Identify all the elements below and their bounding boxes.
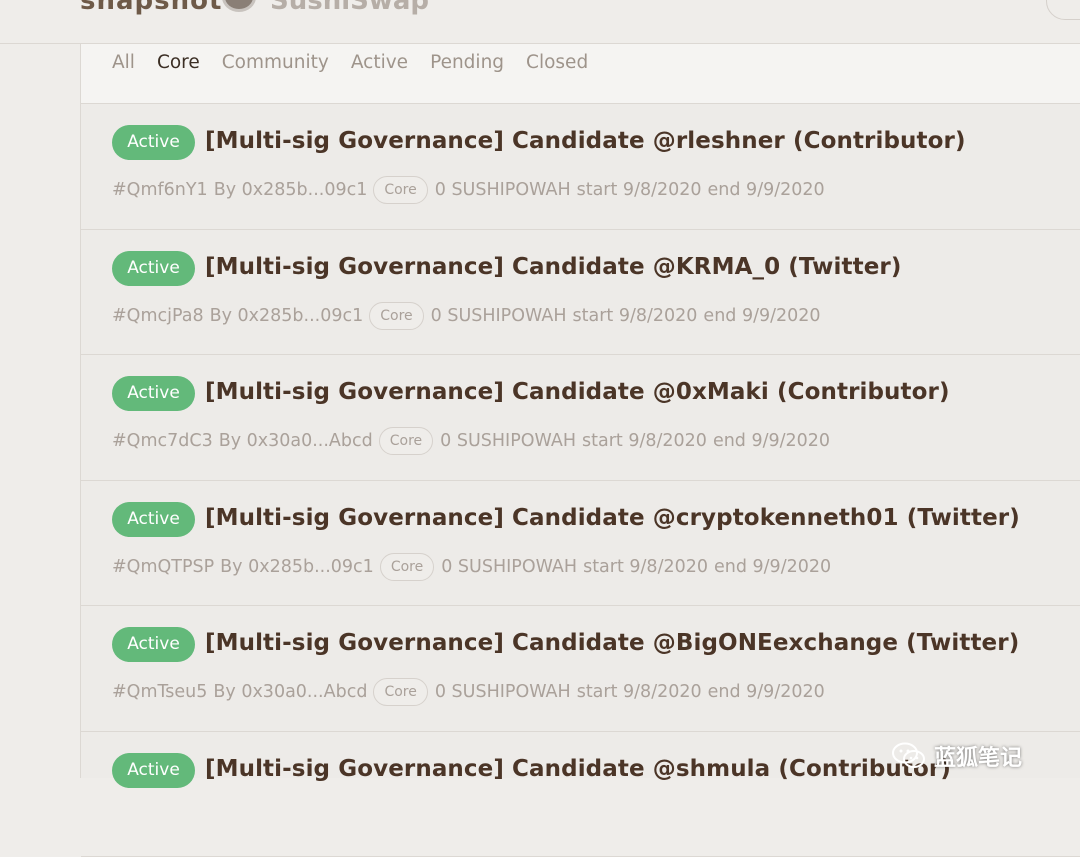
proposal-id: #QmTseu5 xyxy=(112,682,207,702)
proposal-end: end 9/9/2020 xyxy=(714,557,831,577)
proposal-row[interactable]: Active [Multi-sig Governance] Candidate … xyxy=(81,230,1080,356)
proposal-author[interactable]: By 0x285b...09c1 xyxy=(214,180,368,200)
proposal-meta: #QmTseu5 By 0x30a0...Abcd Core 0 SUSHIPO… xyxy=(112,678,825,706)
proposal-id: #Qmf6nY1 xyxy=(112,180,208,200)
proposal-row[interactable]: Active [Multi-sig Governance] Candidate … xyxy=(81,606,1080,732)
proposal-title[interactable]: [Multi-sig Governance] Candidate @BigONE… xyxy=(205,630,1019,656)
proposal-id: #QmQTPSP xyxy=(112,557,214,577)
tab-community[interactable]: Community xyxy=(222,52,329,74)
space-avatar[interactable] xyxy=(222,0,256,12)
tab-active[interactable]: Active xyxy=(351,52,408,74)
proposals-panel: All Core Community Active Pending Closed… xyxy=(80,44,1080,778)
filter-tabs: All Core Community Active Pending Closed xyxy=(81,44,1080,104)
status-badge: Active xyxy=(112,627,195,662)
proposal-title[interactable]: [Multi-sig Governance] Candidate @KRMA_0… xyxy=(205,254,901,280)
status-badge: Active xyxy=(112,251,195,286)
category-tag: Core xyxy=(373,176,427,204)
status-badge: Active xyxy=(112,125,195,160)
watermark-text: 蓝狐笔记 xyxy=(934,740,1022,772)
proposal-author[interactable]: By 0x30a0...Abcd xyxy=(213,682,367,702)
proposal-end: end 9/9/2020 xyxy=(713,431,830,451)
tab-all[interactable]: All xyxy=(112,52,135,74)
proposal-end: end 9/9/2020 xyxy=(708,682,825,702)
proposal-meta: #Qmc7dC3 By 0x30a0...Abcd Core 0 SUSHIPO… xyxy=(112,427,830,455)
proposal-end: end 9/9/2020 xyxy=(708,180,825,200)
left-gutter xyxy=(0,45,80,778)
category-tag: Core xyxy=(379,427,433,455)
proposal-author[interactable]: By 0x285b...09c1 xyxy=(210,306,364,326)
proposal-start: start 9/8/2020 xyxy=(583,557,708,577)
proposal-author[interactable]: By 0x30a0...Abcd xyxy=(219,431,373,451)
proposal-id: #QmcjPa8 xyxy=(112,306,204,326)
category-tag: Core xyxy=(369,302,423,330)
space-name[interactable]: SushiSwap xyxy=(270,0,429,16)
proposal-row[interactable]: Active [Multi-sig Governance] Candidate … xyxy=(81,104,1080,230)
status-badge: Active xyxy=(112,376,195,411)
tab-closed[interactable]: Closed xyxy=(526,52,588,74)
proposal-title[interactable]: [Multi-sig Governance] Candidate @crypto… xyxy=(205,505,1020,531)
brand-name[interactable]: snapshot xyxy=(80,0,222,16)
proposal-votes: 0 SUSHIPOWAH xyxy=(431,306,567,326)
proposal-votes: 0 SUSHIPOWAH xyxy=(440,431,576,451)
account-button[interactable] xyxy=(1046,0,1080,20)
proposal-votes: 0 SUSHIPOWAH xyxy=(441,557,577,577)
proposal-start: start 9/8/2020 xyxy=(573,306,698,326)
proposal-start: start 9/8/2020 xyxy=(577,682,702,702)
proposal-id: #Qmc7dC3 xyxy=(112,431,213,451)
wechat-watermark: 蓝狐笔记 xyxy=(892,740,1022,772)
category-tag: Core xyxy=(373,678,427,706)
tab-core[interactable]: Core xyxy=(157,52,200,74)
proposal-title[interactable]: [Multi-sig Governance] Candidate @0xMaki… xyxy=(205,379,950,405)
proposal-author[interactable]: By 0x285b...09c1 xyxy=(220,557,374,577)
status-badge: Active xyxy=(112,502,195,537)
proposal-meta: #QmcjPa8 By 0x285b...09c1 Core 0 SUSHIPO… xyxy=(112,302,821,330)
top-navbar: snapshot SushiSwap xyxy=(0,0,1080,44)
proposal-start: start 9/8/2020 xyxy=(582,431,707,451)
proposal-meta: #QmQTPSP By 0x285b...09c1 Core 0 SUSHIPO… xyxy=(112,553,831,581)
proposal-row[interactable]: Active [Multi-sig Governance] Candidate … xyxy=(81,355,1080,481)
wechat-icon xyxy=(892,742,926,770)
category-tag: Core xyxy=(380,553,434,581)
proposal-title[interactable]: [Multi-sig Governance] Candidate @rleshn… xyxy=(205,128,966,154)
proposal-votes: 0 SUSHIPOWAH xyxy=(435,682,571,702)
proposal-meta: #Qmf6nY1 By 0x285b...09c1 Core 0 SUSHIPO… xyxy=(112,176,825,204)
status-badge: Active xyxy=(112,753,195,788)
proposal-row[interactable]: Active [Multi-sig Governance] Candidate … xyxy=(81,481,1080,607)
tab-pending[interactable]: Pending xyxy=(430,52,504,74)
proposal-end: end 9/9/2020 xyxy=(703,306,820,326)
proposal-start: start 9/8/2020 xyxy=(577,180,702,200)
proposal-votes: 0 SUSHIPOWAH xyxy=(435,180,571,200)
